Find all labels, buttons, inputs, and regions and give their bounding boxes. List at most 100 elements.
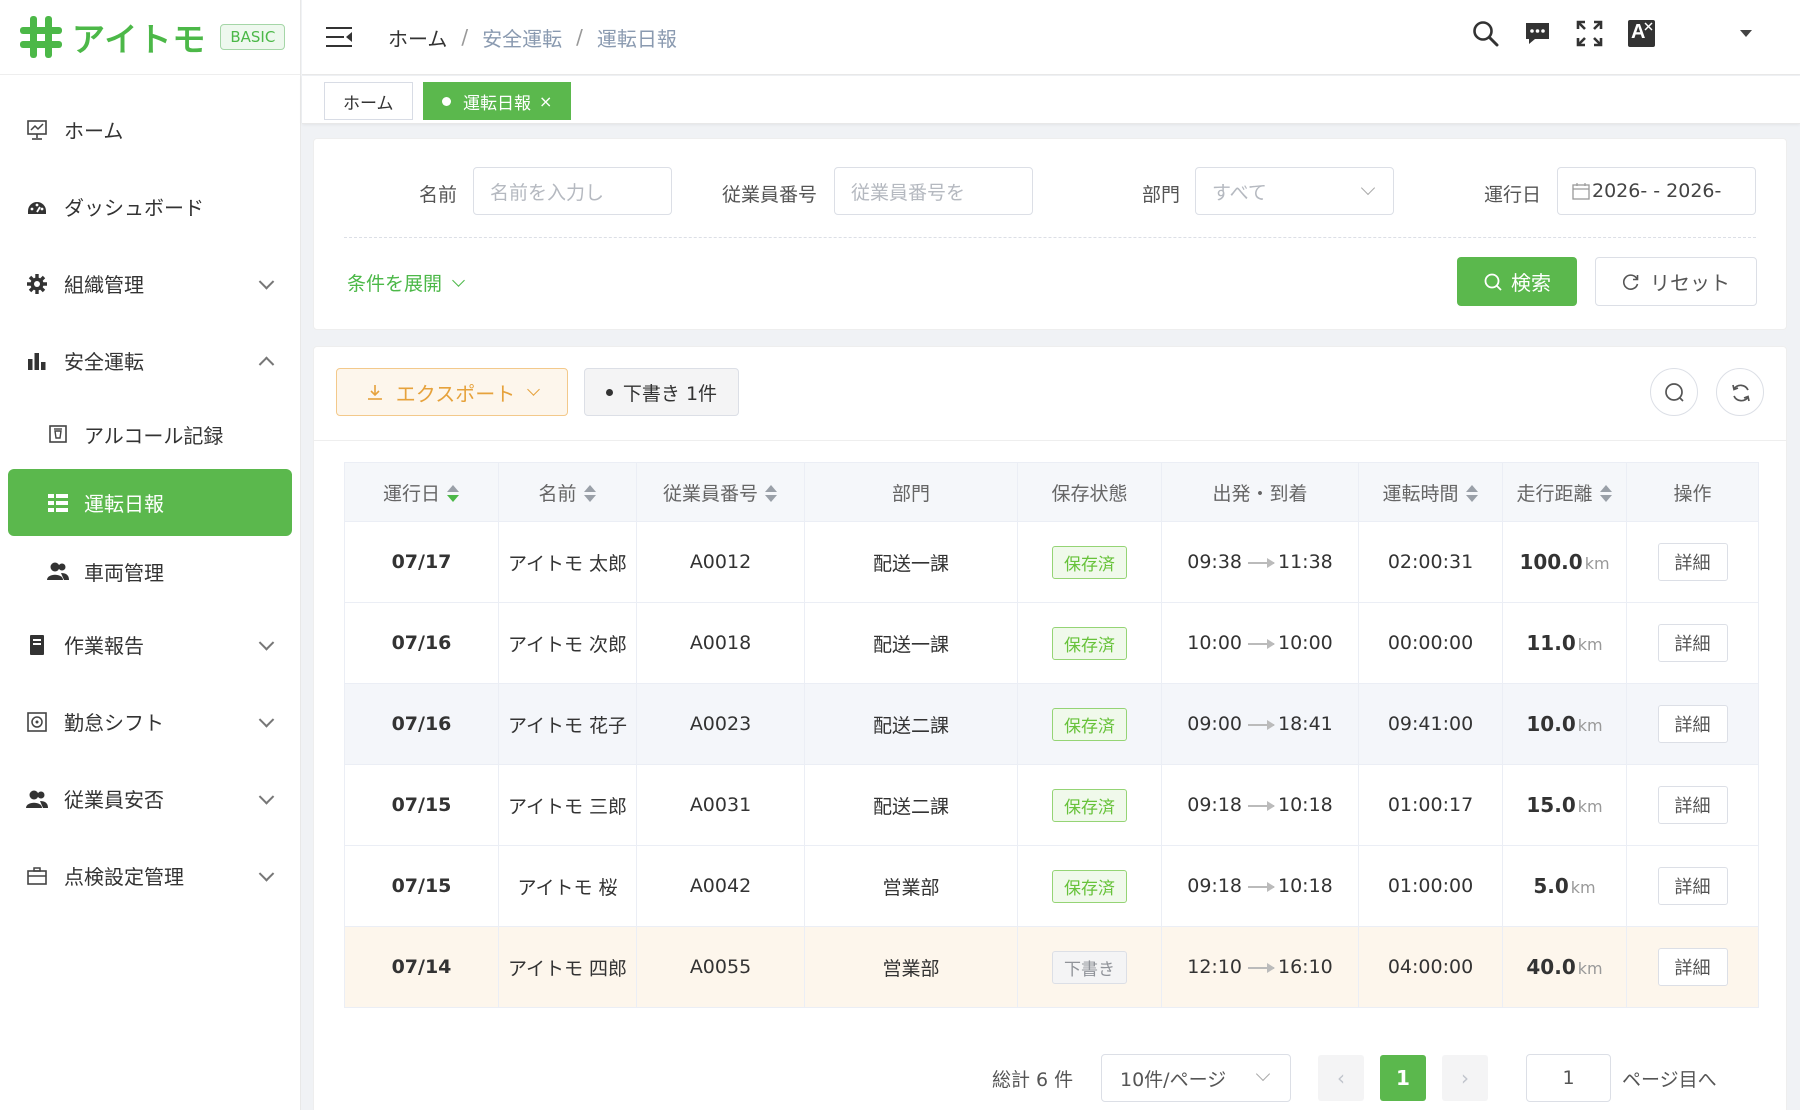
page-button-1[interactable]: 1: [1380, 1055, 1426, 1101]
employee-number-input[interactable]: 従業員番号を: [834, 167, 1033, 215]
sort-icon[interactable]: [446, 484, 460, 504]
depart-time: 09:18: [1187, 875, 1242, 897]
sidebar-item-organization[interactable]: 組織管理: [0, 245, 300, 322]
chat-icon[interactable]: [1524, 20, 1551, 47]
status-badge: 保存済: [1052, 626, 1127, 660]
detail-button[interactable]: 詳細: [1657, 867, 1728, 905]
sidebar-item-label: 点検設定管理: [64, 865, 184, 889]
date-range-picker[interactable]: 2026- - 2026-: [1557, 167, 1756, 215]
tag-home[interactable]: ホーム: [324, 82, 413, 120]
sidebar-item-driving-report[interactable]: 運転日報: [8, 469, 292, 536]
detail-button[interactable]: 詳細: [1657, 786, 1728, 824]
depart-time: 10:00: [1187, 632, 1242, 654]
detail-button[interactable]: 詳細: [1657, 543, 1728, 581]
plan-badge: BASIC: [220, 24, 286, 50]
page-jump-input[interactable]: 1: [1526, 1054, 1611, 1102]
cell-depart-arrive: 09:38 11:38: [1161, 521, 1359, 603]
menu-toggle-icon[interactable]: [326, 26, 352, 48]
cell-department: 配送二課: [804, 683, 1018, 765]
arrive-time: 18:41: [1278, 713, 1333, 735]
export-button-label: エクスポート: [395, 381, 516, 406]
language-icon[interactable]: A: [1628, 20, 1655, 47]
sort-icon[interactable]: [764, 484, 778, 504]
sidebar-item-dashboard[interactable]: ダッシュボード: [0, 168, 300, 245]
sidebar-item-work-report[interactable]: 作業報告: [0, 606, 300, 683]
column-header-label: 名前: [538, 482, 577, 505]
sidebar-item-label: 勤怠シフト: [64, 711, 164, 735]
sidebar-item-inspection-settings[interactable]: 点検設定管理: [0, 837, 300, 914]
briefcase-icon: [24, 863, 50, 889]
next-page-button[interactable]: ›: [1442, 1055, 1488, 1101]
breadcrumb-item-current: 運転日報: [596, 26, 677, 51]
sort-icon[interactable]: [1599, 484, 1613, 504]
status-badge: 下書き: [1052, 950, 1127, 984]
sidebar-item-employee-safety[interactable]: 従業員安否: [0, 760, 300, 837]
active-dot-icon: [442, 96, 451, 106]
cell-department: 営業部: [804, 926, 1018, 1008]
tag-driving-report[interactable]: 運転日報 ×: [423, 82, 572, 120]
search-button[interactable]: 検索: [1457, 257, 1577, 306]
sidebar-item-attendance-shift[interactable]: 勤怠シフト: [0, 683, 300, 760]
expand-conditions-link[interactable]: 条件を展開: [347, 269, 465, 296]
page-size-select[interactable]: 10件/ページ: [1101, 1054, 1291, 1102]
department-select[interactable]: すべて: [1195, 167, 1394, 215]
sidebar-item-label: 運転日報: [84, 492, 164, 516]
close-icon[interactable]: ×: [539, 92, 552, 111]
export-button[interactable]: エクスポート: [336, 368, 568, 416]
bar-chart-icon: [24, 348, 50, 374]
name-input[interactable]: 名前を入力し: [473, 167, 672, 215]
cell-actions: 詳細: [1626, 926, 1759, 1008]
cell-status: 保存済: [1017, 683, 1162, 765]
sort-icon[interactable]: [1465, 484, 1479, 504]
breadcrumb-item-safe-driving[interactable]: 安全運転: [482, 23, 562, 52]
sidebar-item-label: 従業員安否: [64, 788, 164, 812]
user-dropdown-caret-icon[interactable]: [1740, 30, 1752, 37]
cell-duration: 01:00:00: [1358, 845, 1503, 927]
column-header-date[interactable]: 運行日: [344, 462, 499, 522]
sidebar-item-vehicles[interactable]: 車両管理: [8, 536, 292, 606]
name-label: 名前: [419, 184, 458, 206]
cell-duration: 04:00:00: [1358, 926, 1503, 1008]
column-header-duration[interactable]: 運転時間: [1358, 462, 1503, 522]
detail-button[interactable]: 詳細: [1657, 705, 1728, 743]
fullscreen-icon[interactable]: [1576, 20, 1603, 47]
sidebar-item-alcohol-records[interactable]: アルコール記録: [8, 399, 292, 469]
cell-distance: 40.0 km: [1502, 926, 1627, 1008]
detail-button[interactable]: 詳細: [1657, 948, 1728, 986]
cell-distance: 100.0 km: [1502, 521, 1627, 603]
reset-button[interactable]: リセット: [1595, 257, 1757, 306]
distance-value: 100.0: [1519, 550, 1583, 574]
search-icon[interactable]: [1472, 20, 1499, 47]
column-header-employee-number[interactable]: 従業員番号: [636, 462, 805, 522]
sidebar-item-label: 組織管理: [64, 273, 144, 297]
sidebar-item-safe-driving[interactable]: 安全運転: [0, 322, 300, 399]
cell-name: アイトモ 花子: [498, 683, 637, 765]
tag-label: ホーム: [343, 93, 394, 114]
cell-actions: 詳細: [1626, 683, 1759, 765]
depart-time: 09:18: [1187, 794, 1242, 816]
search-icon: [1484, 273, 1502, 291]
distance-unit: km: [1584, 554, 1610, 573]
sort-icon[interactable]: [583, 484, 597, 504]
toggle-search-button[interactable]: [1650, 368, 1698, 416]
cell-duration: 02:00:31: [1358, 521, 1503, 603]
detail-button[interactable]: 詳細: [1657, 624, 1728, 662]
cell-distance: 5.0 km: [1502, 845, 1627, 927]
prev-page-button[interactable]: ‹: [1318, 1055, 1364, 1101]
arrow-right-icon: [1248, 962, 1275, 973]
header-actions: A: [1472, 20, 1752, 47]
column-header-depart-arrive: 出発・到着: [1161, 462, 1359, 522]
refresh-button[interactable]: [1716, 368, 1764, 416]
logo[interactable]: アイトモ BASIC: [0, 0, 300, 75]
drafts-button[interactable]: 下書き 1件: [584, 368, 739, 416]
cell-department: 配送二課: [804, 764, 1018, 846]
chevron-down-icon: [258, 865, 275, 882]
sidebar-item-home[interactable]: ホーム: [0, 91, 300, 168]
cell-employee-number: A0012: [636, 521, 805, 603]
distance-value: 15.0: [1526, 793, 1576, 817]
cell-depart-arrive: 09:18 10:18: [1161, 764, 1359, 846]
breadcrumb-item-home[interactable]: ホーム: [388, 23, 447, 52]
column-header-name[interactable]: 名前: [498, 462, 637, 522]
cell-status: 保存済: [1017, 521, 1162, 603]
column-header-distance[interactable]: 走行距離: [1502, 462, 1627, 522]
